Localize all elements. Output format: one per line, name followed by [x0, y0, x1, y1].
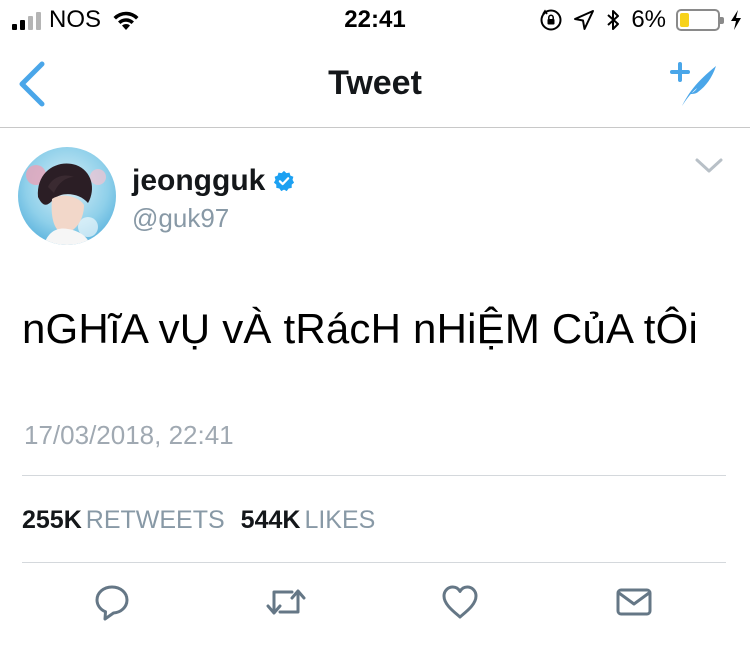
retweet-button[interactable] [264, 580, 308, 624]
tweet-options-button[interactable] [694, 156, 724, 176]
retweets-label[interactable]: RETWEETS [86, 506, 225, 535]
location-icon [574, 10, 595, 30]
direct-message-button[interactable] [612, 580, 656, 624]
page-title: Tweet [328, 64, 422, 102]
bluetooth-icon [607, 10, 620, 30]
charging-icon [731, 10, 741, 30]
divider [22, 562, 726, 563]
display-name[interactable]: jeongguk [132, 164, 265, 198]
chevron-down-icon [695, 158, 723, 173]
avatar-image [18, 147, 116, 245]
author-row[interactable]: jeongguk [132, 164, 295, 198]
action-bar [0, 580, 750, 634]
tweet-text: nGHĩA vỤ vÀ tRácH nHiỆM CủA tÔi [22, 305, 699, 352]
avatar[interactable] [18, 147, 116, 245]
retweet-icon [266, 589, 306, 615]
reply-icon [95, 585, 129, 621]
tweet-stats: 255K RETWEETS 544K LIKES [22, 506, 391, 535]
user-handle[interactable]: @guk97 [132, 203, 229, 234]
orientation-lock-icon [540, 9, 562, 31]
tweet-timestamp: 17/03/2018, 22:41 [24, 420, 234, 450]
verified-badge-icon [274, 170, 295, 192]
compose-tweet-icon [670, 62, 716, 106]
likes-count[interactable]: 544K [241, 506, 301, 535]
like-icon [442, 585, 478, 619]
status-right: 6% [539, 6, 742, 34]
battery-icon [676, 9, 724, 31]
likes-label[interactable]: LIKES [304, 506, 375, 535]
battery-percent: 6% [631, 6, 666, 33]
status-bar: NOS 22:41 6% [0, 0, 750, 40]
direct-message-icon [616, 588, 652, 616]
compose-tweet-button[interactable] [666, 58, 722, 110]
divider [22, 475, 726, 476]
battery-level [680, 13, 689, 27]
reply-button[interactable] [90, 580, 134, 624]
like-button[interactable] [438, 580, 482, 624]
retweets-count[interactable]: 255K [22, 506, 82, 535]
nav-bar: Tweet [0, 40, 750, 128]
